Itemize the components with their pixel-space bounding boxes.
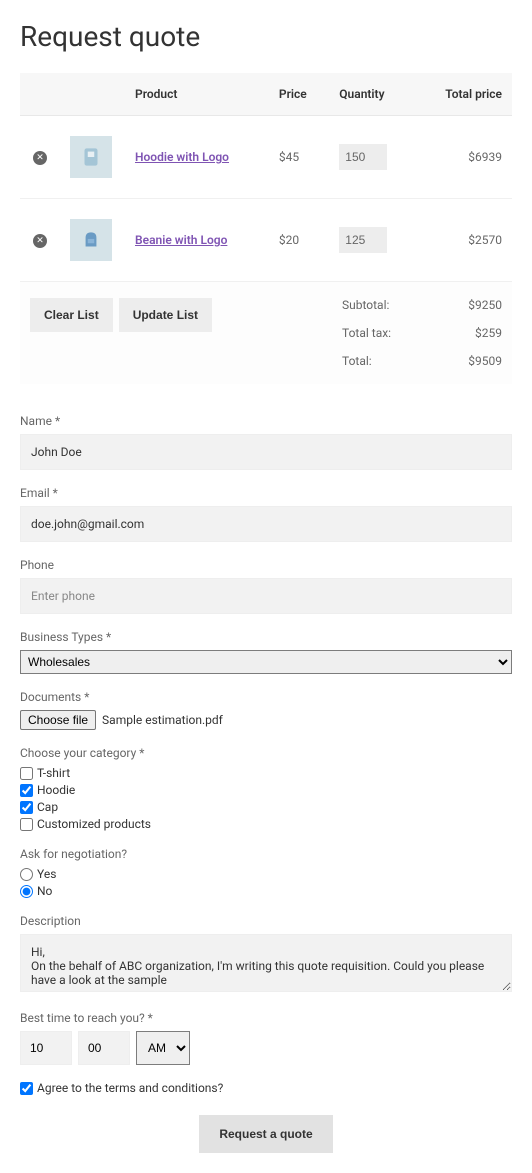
negotiation-option-label: No [37,884,52,898]
category-option-label: Hoodie [37,783,75,797]
quantity-input[interactable] [339,227,387,253]
table-row: ✕ Hoodie with Logo $45 $6939 [20,116,512,199]
business-select[interactable]: Wholesales [20,650,512,674]
tax-value: $259 [475,326,502,340]
category-option-label: T-shirt [37,766,70,780]
product-link[interactable]: Beanie with Logo [135,233,227,247]
form-section: Name * Email * Phone Business Types * Wh… [20,414,512,1153]
tax-label: Total tax: [342,326,391,340]
category-checkbox[interactable] [20,801,33,814]
terms-checkbox[interactable] [20,1082,33,1095]
total-value: $9509 [468,354,502,368]
category-label: Choose your category * [20,746,512,760]
quote-table: Product Price Quantity Total price ✕ Hoo… [20,73,512,282]
col-quantity: Quantity [329,73,415,116]
business-label: Business Types * [20,630,512,644]
subtotal-label: Subtotal: [342,298,389,312]
category-option[interactable]: Cap [20,800,512,814]
total-cell: $2570 [415,199,512,282]
product-link[interactable]: Hoodie with Logo [135,150,229,164]
phone-label: Phone [20,558,512,572]
quantity-input[interactable] [339,144,387,170]
negotiation-option-label: Yes [37,867,56,881]
category-checkbox[interactable] [20,784,33,797]
category-option[interactable]: T-shirt [20,766,512,780]
negotiation-label: Ask for negotiation? [20,847,512,861]
file-name: Sample estimation.pdf [102,713,223,727]
time-minute-input[interactable] [78,1031,130,1065]
choose-file-button[interactable]: Choose file [20,710,96,730]
terms-checkbox-row[interactable]: Agree to the terms and conditions? [20,1081,512,1095]
email-field[interactable] [20,506,512,542]
category-option[interactable]: Hoodie [20,783,512,797]
col-product: Product [125,73,269,116]
category-checkbox[interactable] [20,767,33,780]
time-hour-input[interactable] [20,1031,72,1065]
negotiation-radio[interactable] [20,885,33,898]
phone-field[interactable] [20,578,512,614]
category-option-label: Cap [37,800,58,814]
name-field[interactable] [20,434,512,470]
price-cell: $20 [269,199,329,282]
category-option-label: Customized products [37,817,151,831]
close-icon: ✕ [36,152,44,163]
price-cell: $45 [269,116,329,199]
product-thumbnail [70,136,112,178]
time-label: Best time to reach you? * [20,1011,512,1025]
table-footer: Clear List Update List Subtotal: $9250 To… [20,282,512,384]
remove-button[interactable]: ✕ [33,234,47,248]
clear-list-button[interactable]: Clear List [30,298,113,332]
update-list-button[interactable]: Update List [119,298,212,332]
time-period-select[interactable]: AM [136,1031,190,1065]
documents-label: Documents * [20,690,512,704]
total-cell: $6939 [415,116,512,199]
description-textarea[interactable] [20,934,512,992]
email-label: Email * [20,486,512,500]
name-label: Name * [20,414,512,428]
subtotal-value: $9250 [468,298,502,312]
col-total: Total price [415,73,512,116]
negotiation-radio[interactable] [20,868,33,881]
negotiation-option[interactable]: Yes [20,867,512,881]
remove-button[interactable]: ✕ [33,151,47,165]
page-title: Request quote [20,20,512,53]
negotiation-option[interactable]: No [20,884,512,898]
description-label: Description [20,914,512,928]
category-checkbox[interactable] [20,818,33,831]
category-option[interactable]: Customized products [20,817,512,831]
close-icon: ✕ [36,235,44,246]
table-row: ✕ Beanie with Logo $20 $2570 [20,199,512,282]
product-thumbnail [70,219,112,261]
submit-button[interactable]: Request a quote [199,1115,332,1153]
col-price: Price [269,73,329,116]
terms-label: Agree to the terms and conditions? [37,1081,223,1095]
total-label: Total: [342,354,372,368]
